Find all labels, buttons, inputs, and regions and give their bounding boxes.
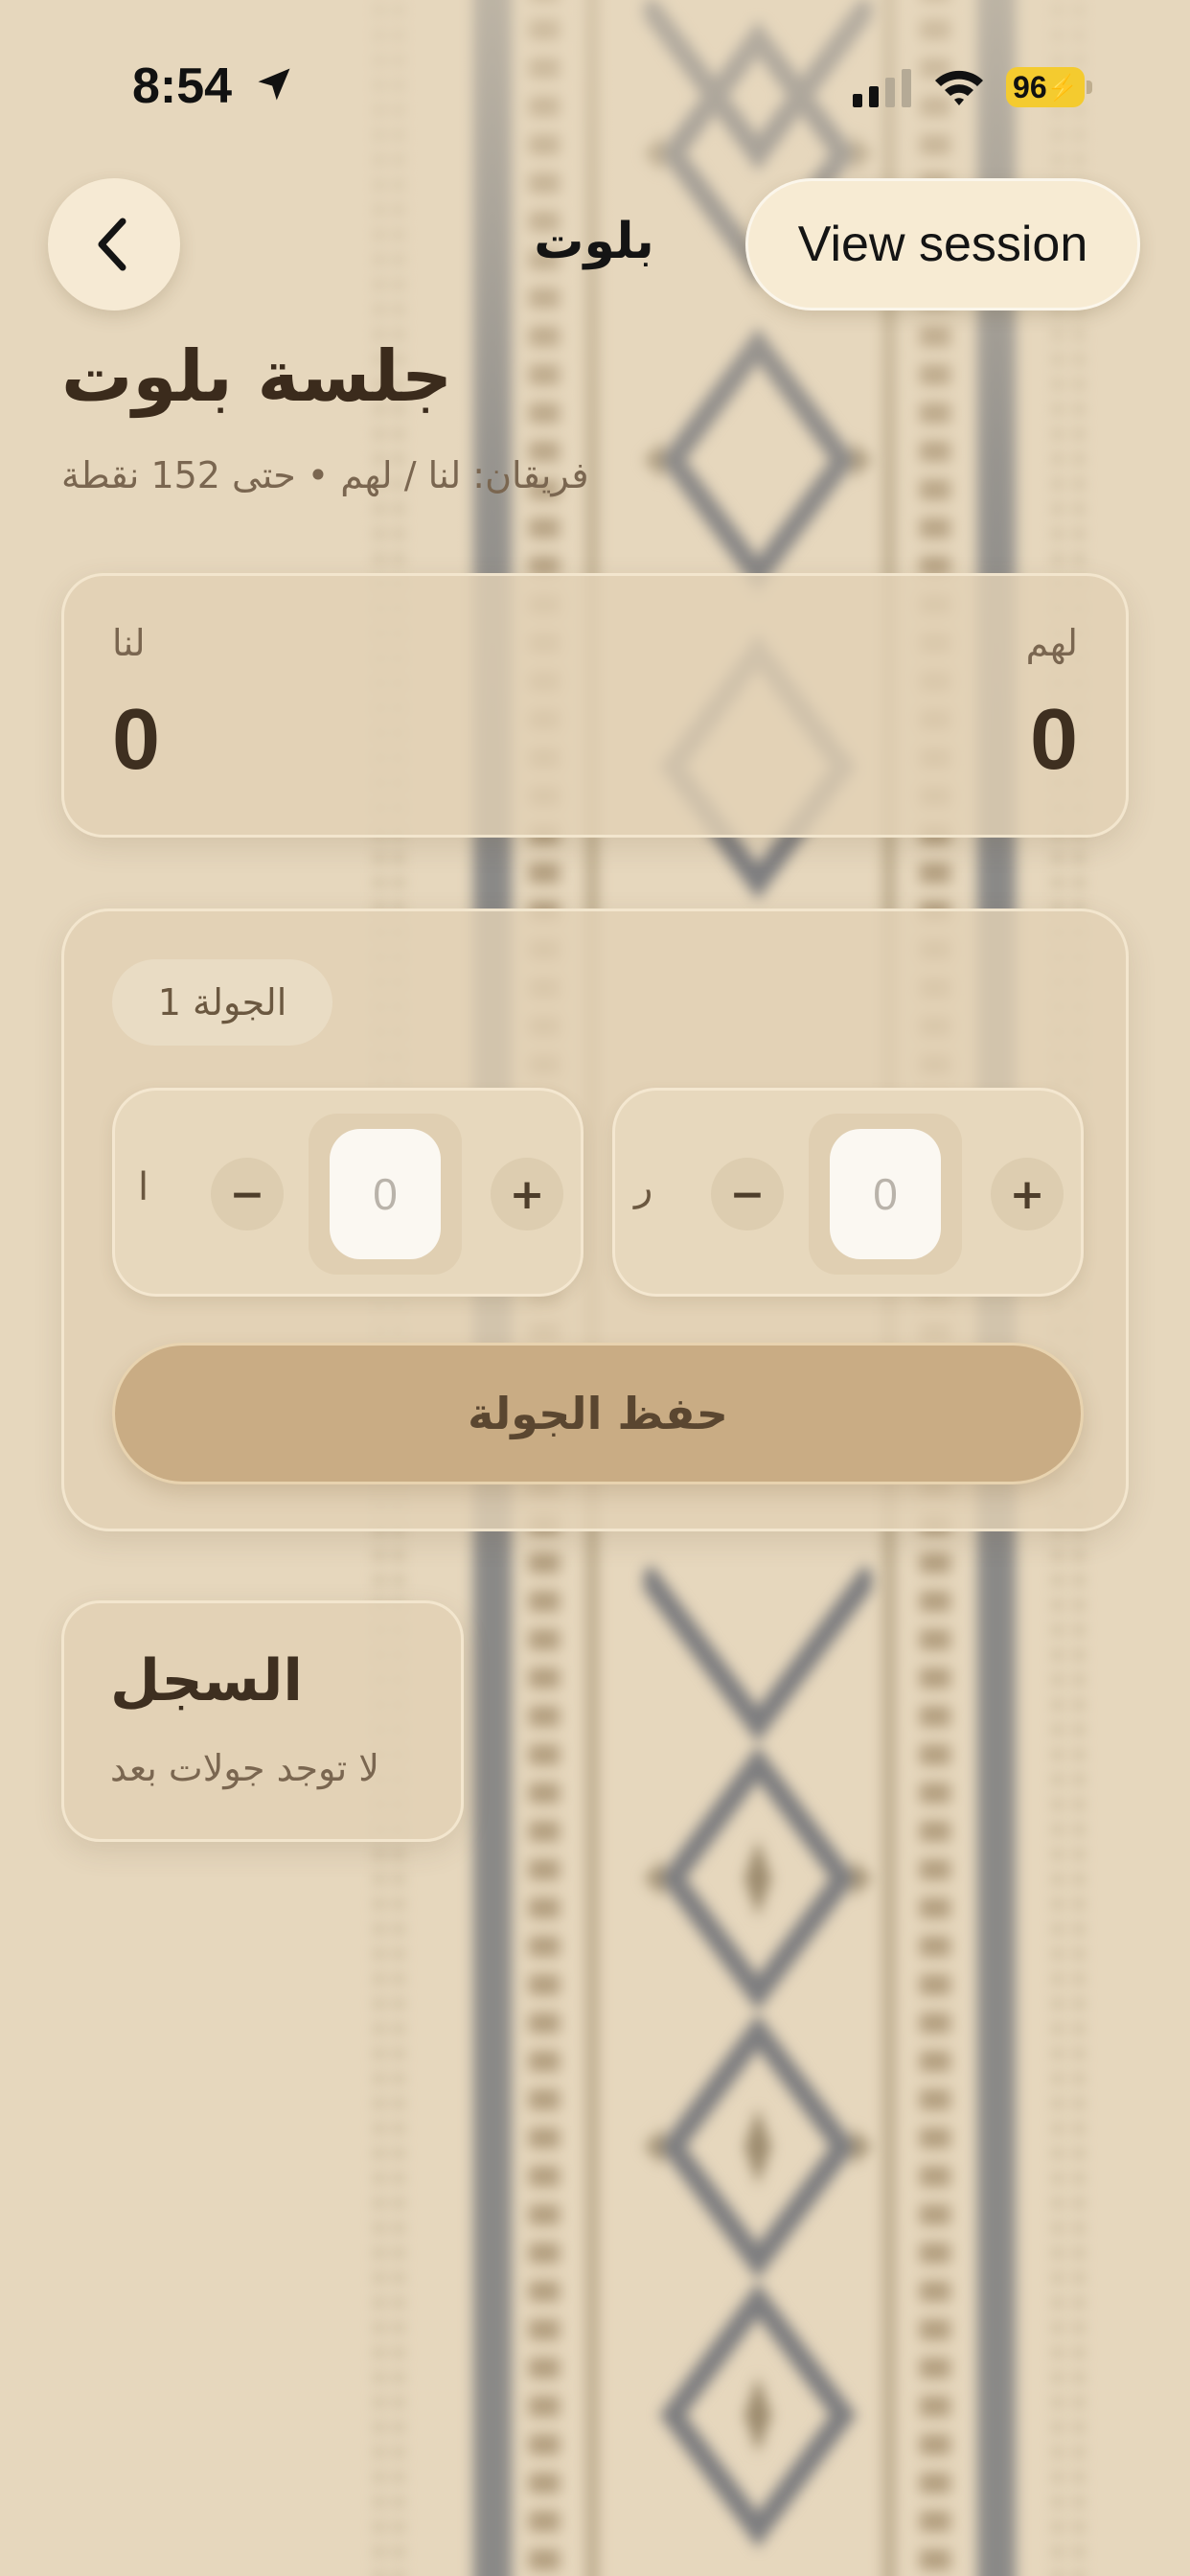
round-card: الجولة 1 ا − 0 + ر − 0 + حفظ الجولة [61, 908, 1129, 1531]
score-stepper-right: ر − 0 + [612, 1088, 1084, 1297]
decrement-button[interactable]: − [211, 1158, 284, 1230]
nav-title: بلوت [534, 213, 654, 270]
location-arrow-icon [258, 68, 290, 101]
battery-level: 96 [1013, 69, 1047, 104]
page-title: جلسة بلوت [61, 335, 453, 418]
team-label-us: لنا [112, 622, 146, 664]
back-button[interactable] [48, 178, 180, 310]
stepper-side-label: ر [634, 1165, 653, 1209]
team-score-them: 0 [1029, 692, 1078, 788]
team-label-them: لهم [1025, 622, 1078, 664]
round-badge: الجولة 1 [112, 959, 332, 1046]
status-time: 8:54 [132, 58, 233, 114]
score-input[interactable]: 0 [330, 1129, 441, 1259]
increment-button[interactable]: + [991, 1158, 1064, 1230]
chevron-left-icon [98, 218, 126, 271]
decrement-button[interactable]: − [711, 1158, 784, 1230]
team-score-us: 0 [112, 692, 161, 788]
view-session-button[interactable]: View session [745, 178, 1140, 310]
battery-icon: 96 ⚡ [1006, 67, 1085, 107]
wifi-icon [935, 70, 983, 105]
stepper-side-label: ا [138, 1165, 149, 1209]
cellular-signal-icon [853, 69, 911, 107]
score-stepper-left: ا − 0 + [112, 1088, 584, 1297]
save-round-button[interactable]: حفظ الجولة [112, 1343, 1084, 1484]
scoreboard-card: لنا 0 لهم 0 [61, 573, 1129, 838]
status-bar: 8:54 96 ⚡ [0, 0, 1190, 172]
log-empty-text: لا توجد جولات بعد [110, 1747, 379, 1789]
increment-button[interactable]: + [491, 1158, 563, 1230]
score-input[interactable]: 0 [830, 1129, 941, 1259]
log-card: السجل لا توجد جولات بعد [61, 1600, 464, 1842]
page-subtitle: فريقان: لنا / لهم • حتى 152 نقطة [61, 454, 589, 496]
log-title: السجل [110, 1647, 303, 1714]
